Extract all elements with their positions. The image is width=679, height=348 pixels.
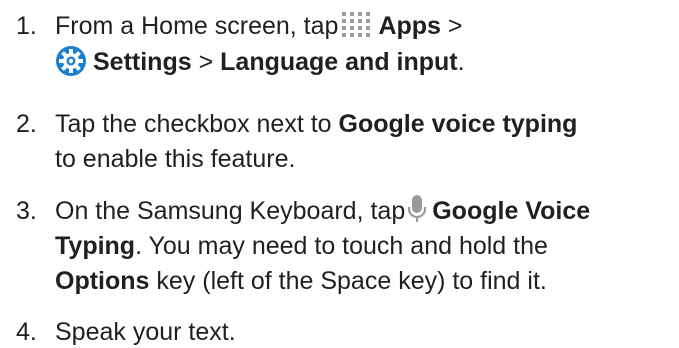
step-text: to enable this feature. [55,145,296,173]
google-voice-label: Google Voice [432,197,591,225]
step-line: From a Home screen, tap Apps > [55,10,463,42]
step-number: 4. [16,318,37,346]
step-text: Tap the checkbox next to [55,110,332,138]
options-key-label: Options [55,267,150,295]
instruction-list: 1. From a Home screen, tap Apps > Setting… [0,0,679,348]
step-line: Speak your text. [55,316,236,348]
step-line: Settings > Language and input. [55,46,465,79]
typing-label: Typing [55,232,136,260]
step-number: 2. [16,110,37,138]
step-number: 3. [16,197,37,225]
separator: > [447,12,463,40]
separator: > [198,48,214,76]
microphone-icon [407,194,427,224]
language-and-input-label: Language and input [220,48,458,76]
step-number: 1. [16,12,37,40]
google-voice-typing-label: Google voice typing [338,110,578,138]
step-text: Speak your text. [55,318,236,346]
step-line: On the Samsung Keyboard, tap Google Voice [55,195,590,227]
step-text: On the Samsung Keyboard, tap [55,197,406,225]
step-line: Tap the checkbox next to Google voice ty… [55,108,577,140]
step-line: Options key (left of the Space key) to f… [55,265,547,297]
step-text: key (left of the Space key) to find it. [156,267,547,295]
period: . [457,48,465,76]
step-text: From a Home screen, tap [55,12,339,40]
settings-label: Settings [93,48,192,76]
step-text: . You may need to touch and hold the [135,232,548,260]
step-line: Typing. You may need to touch and hold t… [55,230,548,262]
settings-gear-icon [55,45,87,77]
apps-grid-icon [341,11,373,39]
step-line: to enable this feature. [55,143,295,175]
apps-label: Apps [378,12,441,40]
